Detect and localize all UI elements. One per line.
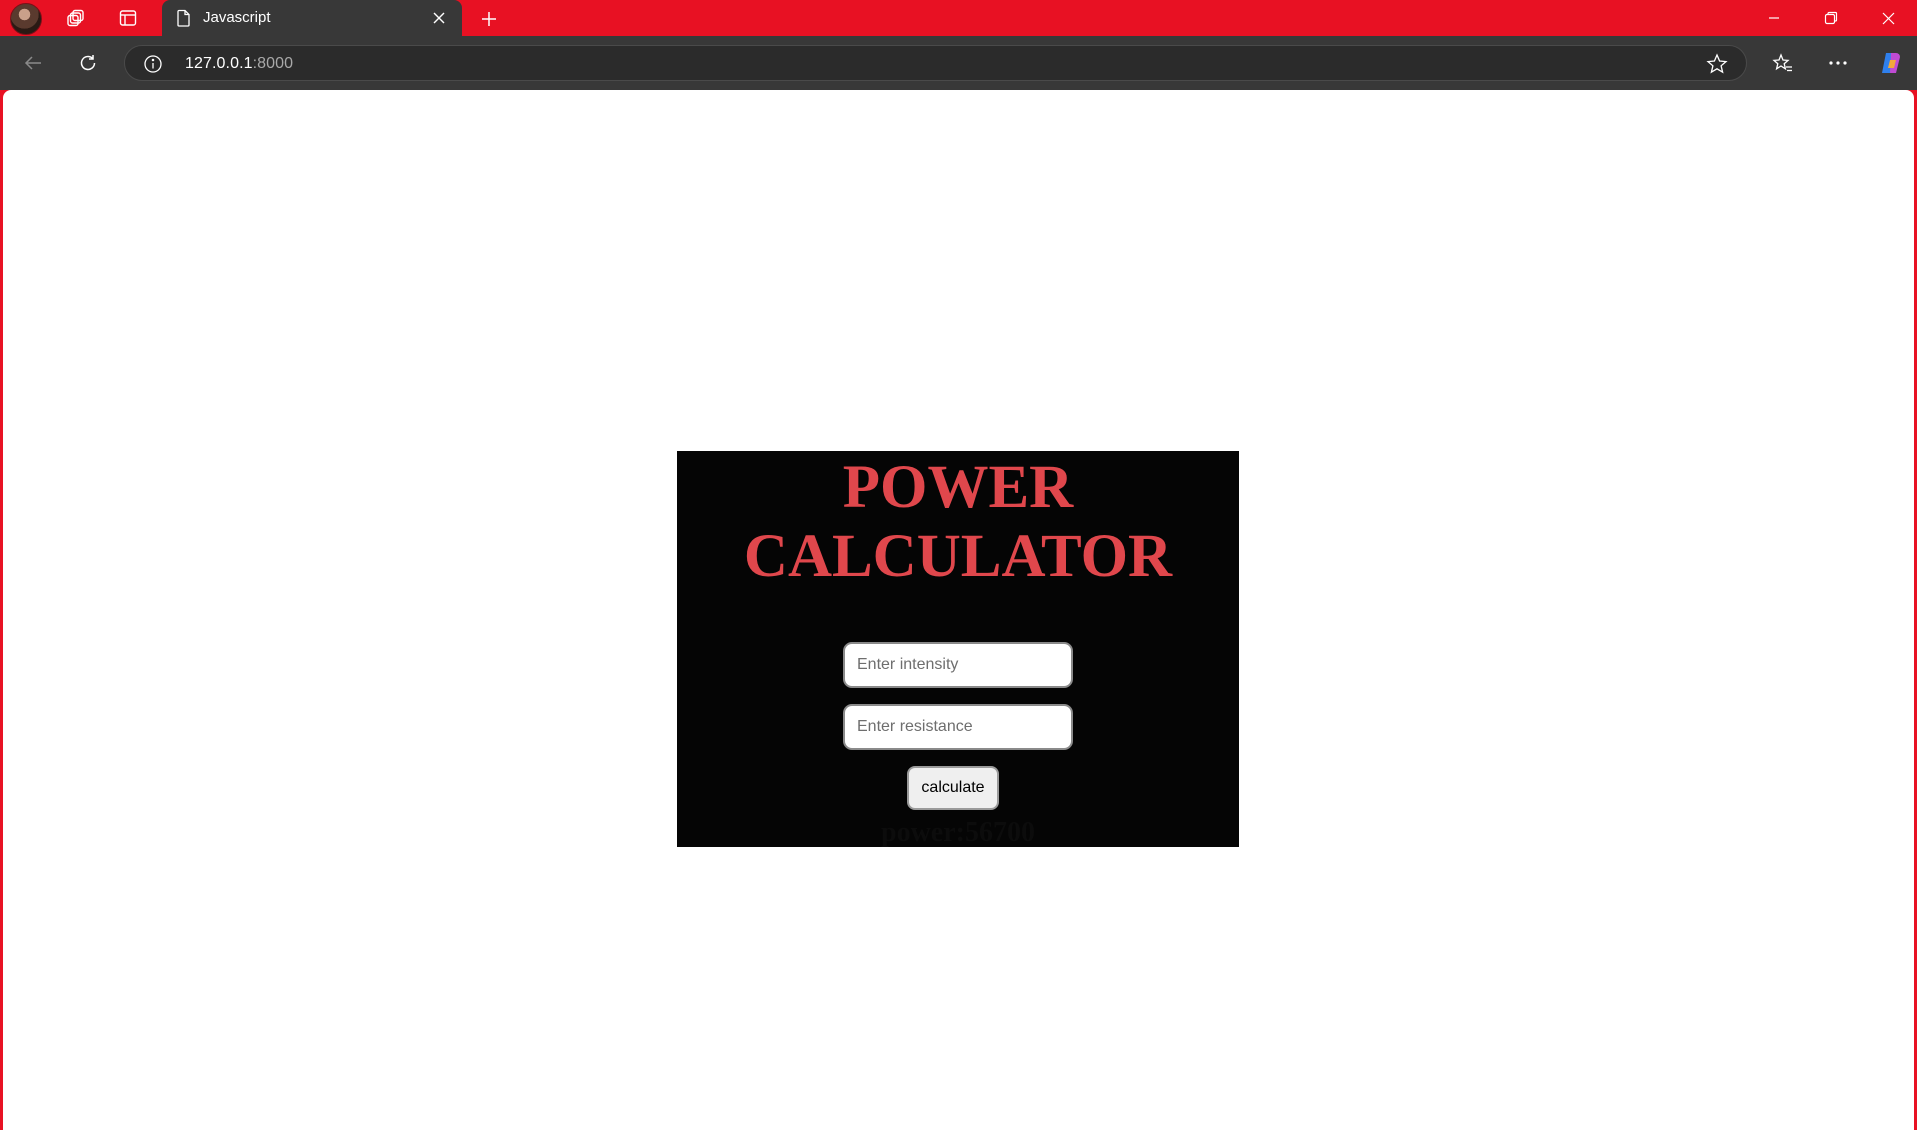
result-text: power:56700 bbox=[881, 817, 1035, 848]
more-icon[interactable] bbox=[1820, 45, 1856, 81]
url-host: 127.0.0.1 bbox=[185, 55, 253, 72]
favorites-icon[interactable] bbox=[1765, 45, 1801, 81]
intensity-input[interactable] bbox=[843, 642, 1073, 688]
star-icon[interactable] bbox=[1706, 53, 1728, 80]
back-icon[interactable] bbox=[15, 45, 51, 81]
document-icon bbox=[176, 9, 192, 32]
plus-icon[interactable] bbox=[474, 4, 504, 34]
minimize-icon[interactable] bbox=[1746, 0, 1802, 36]
info-icon[interactable] bbox=[143, 54, 163, 79]
tab-javascript[interactable]: Javascript bbox=[162, 0, 462, 36]
browser-toolbar: 127.0.0.1:8000 bbox=[0, 36, 1917, 90]
address-bar[interactable]: 127.0.0.1:8000 bbox=[124, 45, 1747, 81]
close-icon[interactable] bbox=[428, 7, 450, 29]
page-title: POWER CALCULATOR bbox=[743, 454, 1173, 590]
copilot-icon[interactable] bbox=[1873, 45, 1909, 81]
page-viewport: POWER CALCULATOR calculate power:56700 bbox=[3, 90, 1914, 1130]
window-close-icon[interactable] bbox=[1860, 0, 1916, 36]
restore-icon[interactable] bbox=[1803, 0, 1859, 36]
tab-title: Javascript bbox=[203, 9, 271, 26]
refresh-icon[interactable] bbox=[70, 45, 106, 81]
resistance-input[interactable] bbox=[843, 704, 1073, 750]
calculator-card: POWER CALCULATOR calculate power:56700 bbox=[677, 451, 1239, 848]
profile-avatar[interactable] bbox=[10, 3, 42, 35]
calculate-button[interactable]: calculate bbox=[907, 766, 999, 810]
workspaces-icon[interactable] bbox=[62, 0, 90, 36]
tab-actions-icon[interactable] bbox=[114, 0, 142, 36]
url-text: 127.0.0.1:8000 bbox=[185, 55, 293, 73]
title-bar: Javascript bbox=[0, 0, 1917, 40]
url-port: :8000 bbox=[252, 55, 294, 72]
